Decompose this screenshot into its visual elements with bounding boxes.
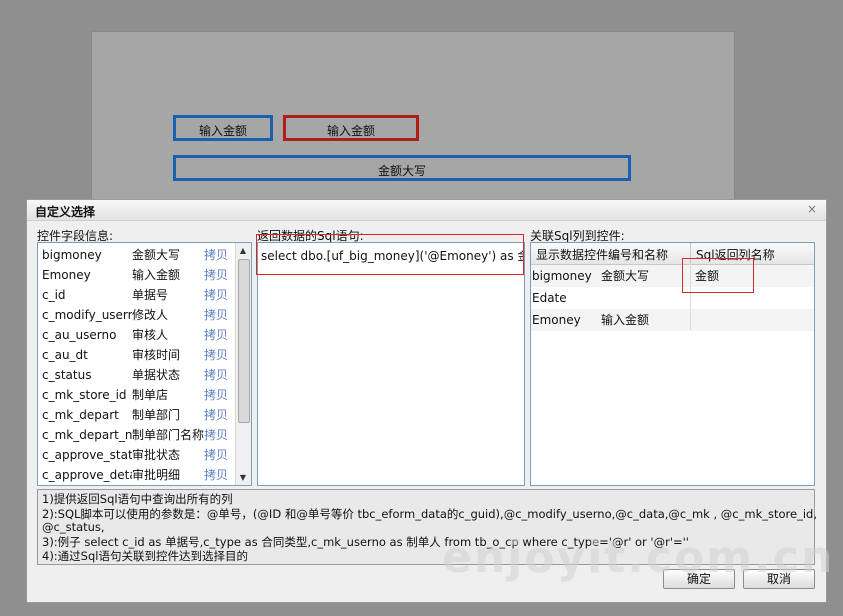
column-mapping-grid[interactable]: 显示数据控件编号和名称 Sql返回列名称 bigmoney 金额大写 金额 Ed… (530, 242, 815, 486)
fields-list[interactable]: bigmoney 金额大写 拷贝 Emoney 输入金额 拷贝 c_id 单据号 拷贝 c_mod… (37, 242, 252, 486)
field-label: 输入金额 (132, 268, 181, 282)
column-highlight-box (682, 258, 754, 293)
scroll-down-icon[interactable]: ▼ (237, 471, 249, 484)
field-name: c_mk_depart_name (42, 428, 132, 442)
dialog-title: 自定义选择 (35, 205, 96, 219)
field-label: 审核人 (132, 328, 169, 342)
grid-header: 显示数据控件编号和名称 Sql返回列名称 (531, 243, 814, 265)
field-list-item[interactable]: c_mk_store_id 制单店 拷贝 (38, 385, 236, 405)
grid-cell-name: 输入金额 (601, 313, 650, 327)
help-line: @c_status, (42, 520, 105, 534)
help-line: 2):SQL脚本可以使用的参数是：@单号，(@ID 和@单号等价 tbc_efo… (42, 507, 817, 521)
field-list-item[interactable]: c_id 单据号 拷贝 (38, 285, 236, 305)
field-list-item[interactable]: Emoney 输入金额 拷贝 (38, 265, 236, 285)
help-line: 4):通过Sql语句关联到控件达到选择目的 (42, 549, 248, 563)
field-name: c_approve_status (42, 448, 132, 462)
help-line: 1)提供返回Sql语句中查询出所有的列 (42, 492, 233, 506)
field-label: 制单部门名称 (132, 428, 205, 442)
field-name: c_mk_depart (42, 408, 119, 422)
field-list-item[interactable]: c_approve_detail审批明细 拷贝 (38, 465, 236, 485)
copy-link[interactable]: 拷贝 (204, 465, 228, 485)
form-canvas: 输入金额 输入金额 金额大写 (91, 31, 735, 209)
fields-scrollbar[interactable]: ▲ ▼ (235, 243, 251, 485)
field-label: 金额大写 (132, 248, 181, 262)
copy-link[interactable]: 拷贝 (204, 385, 228, 405)
grid-row[interactable]: bigmoney 金额大写 金额 (531, 265, 814, 287)
field-list-item[interactable]: c_mk_depart 制单部门 拷贝 (38, 405, 236, 425)
field-name: Emoney (42, 268, 91, 282)
copy-link[interactable]: 拷贝 (204, 245, 228, 265)
copy-link[interactable]: 拷贝 (204, 425, 228, 445)
field-name: c_approve_detail (42, 468, 132, 482)
dialog-title-bar[interactable]: 自定义选择 × (27, 200, 826, 221)
copy-link[interactable]: 拷贝 (204, 285, 228, 305)
copy-link[interactable]: 拷贝 (204, 345, 228, 365)
field-name: c_au_userno (42, 328, 117, 342)
field-name: c_au_dt (42, 348, 88, 362)
field-name: bigmoney (42, 248, 102, 262)
input-amount-field[interactable]: 输入金额 (173, 115, 273, 141)
sql-highlight-box (256, 234, 524, 275)
close-icon[interactable]: × (807, 202, 817, 216)
grid-cell-code: bigmoney (532, 269, 592, 283)
field-label: 修改人 (132, 308, 169, 322)
field-label: 制单部门 (132, 408, 181, 422)
field-list-item[interactable]: bigmoney 金额大写 拷贝 (38, 245, 236, 265)
copy-link[interactable]: 拷贝 (204, 265, 228, 285)
field-list-item[interactable]: c_modify_userno修改人 拷贝 (38, 305, 236, 325)
field-name: c_id (42, 288, 66, 302)
grid-row[interactable]: Edate (531, 287, 814, 309)
copy-link[interactable]: 拷贝 (204, 445, 228, 465)
field-list-item[interactable]: c_au_userno 审核人 拷贝 (38, 325, 236, 345)
copy-link[interactable]: 拷贝 (204, 325, 228, 345)
input-amount-field-selected[interactable]: 输入金额 (283, 115, 419, 141)
field-name: c_status (42, 368, 92, 382)
scroll-up-icon[interactable]: ▲ (237, 244, 249, 257)
copy-link[interactable]: 拷贝 (204, 365, 228, 385)
scroll-thumb[interactable] (238, 259, 250, 423)
grid-cell-name: 金额大写 (601, 269, 650, 283)
field-list-item[interactable]: c_approve_status审批状态 拷贝 (38, 445, 236, 465)
field-list-item[interactable]: c_mk_depart_name制单部门名称拷贝 (38, 425, 236, 445)
grid-header-control: 显示数据控件编号和名称 (536, 248, 669, 262)
watermark-text: enjoyit.com.cn (442, 532, 835, 583)
field-label: 审批明细 (132, 468, 181, 482)
field-name: c_mk_store_id (42, 388, 127, 402)
field-label: 制单店 (132, 388, 169, 402)
field-list-item[interactable]: c_status 单据状态 拷贝 (38, 365, 236, 385)
field-label: 审核时间 (132, 348, 181, 362)
field-label: 单据状态 (132, 368, 181, 382)
grid-row[interactable]: Emoney 输入金额 (531, 309, 814, 331)
grid-cell-code: Edate (532, 291, 567, 305)
copy-link[interactable]: 拷贝 (204, 405, 228, 425)
sql-editor[interactable]: select dbo.[uf_big_money]('@Emoney') as … (257, 242, 525, 486)
amount-upper-field[interactable]: 金额大写 (173, 155, 631, 181)
copy-link[interactable]: 拷贝 (204, 305, 228, 325)
grid-cell-code: Emoney (532, 313, 581, 327)
field-label: 审批状态 (132, 448, 181, 462)
field-name: c_modify_userno (42, 308, 132, 322)
field-label: 单据号 (132, 288, 169, 302)
field-list-item[interactable]: c_au_dt 审核时间 拷贝 (38, 345, 236, 365)
